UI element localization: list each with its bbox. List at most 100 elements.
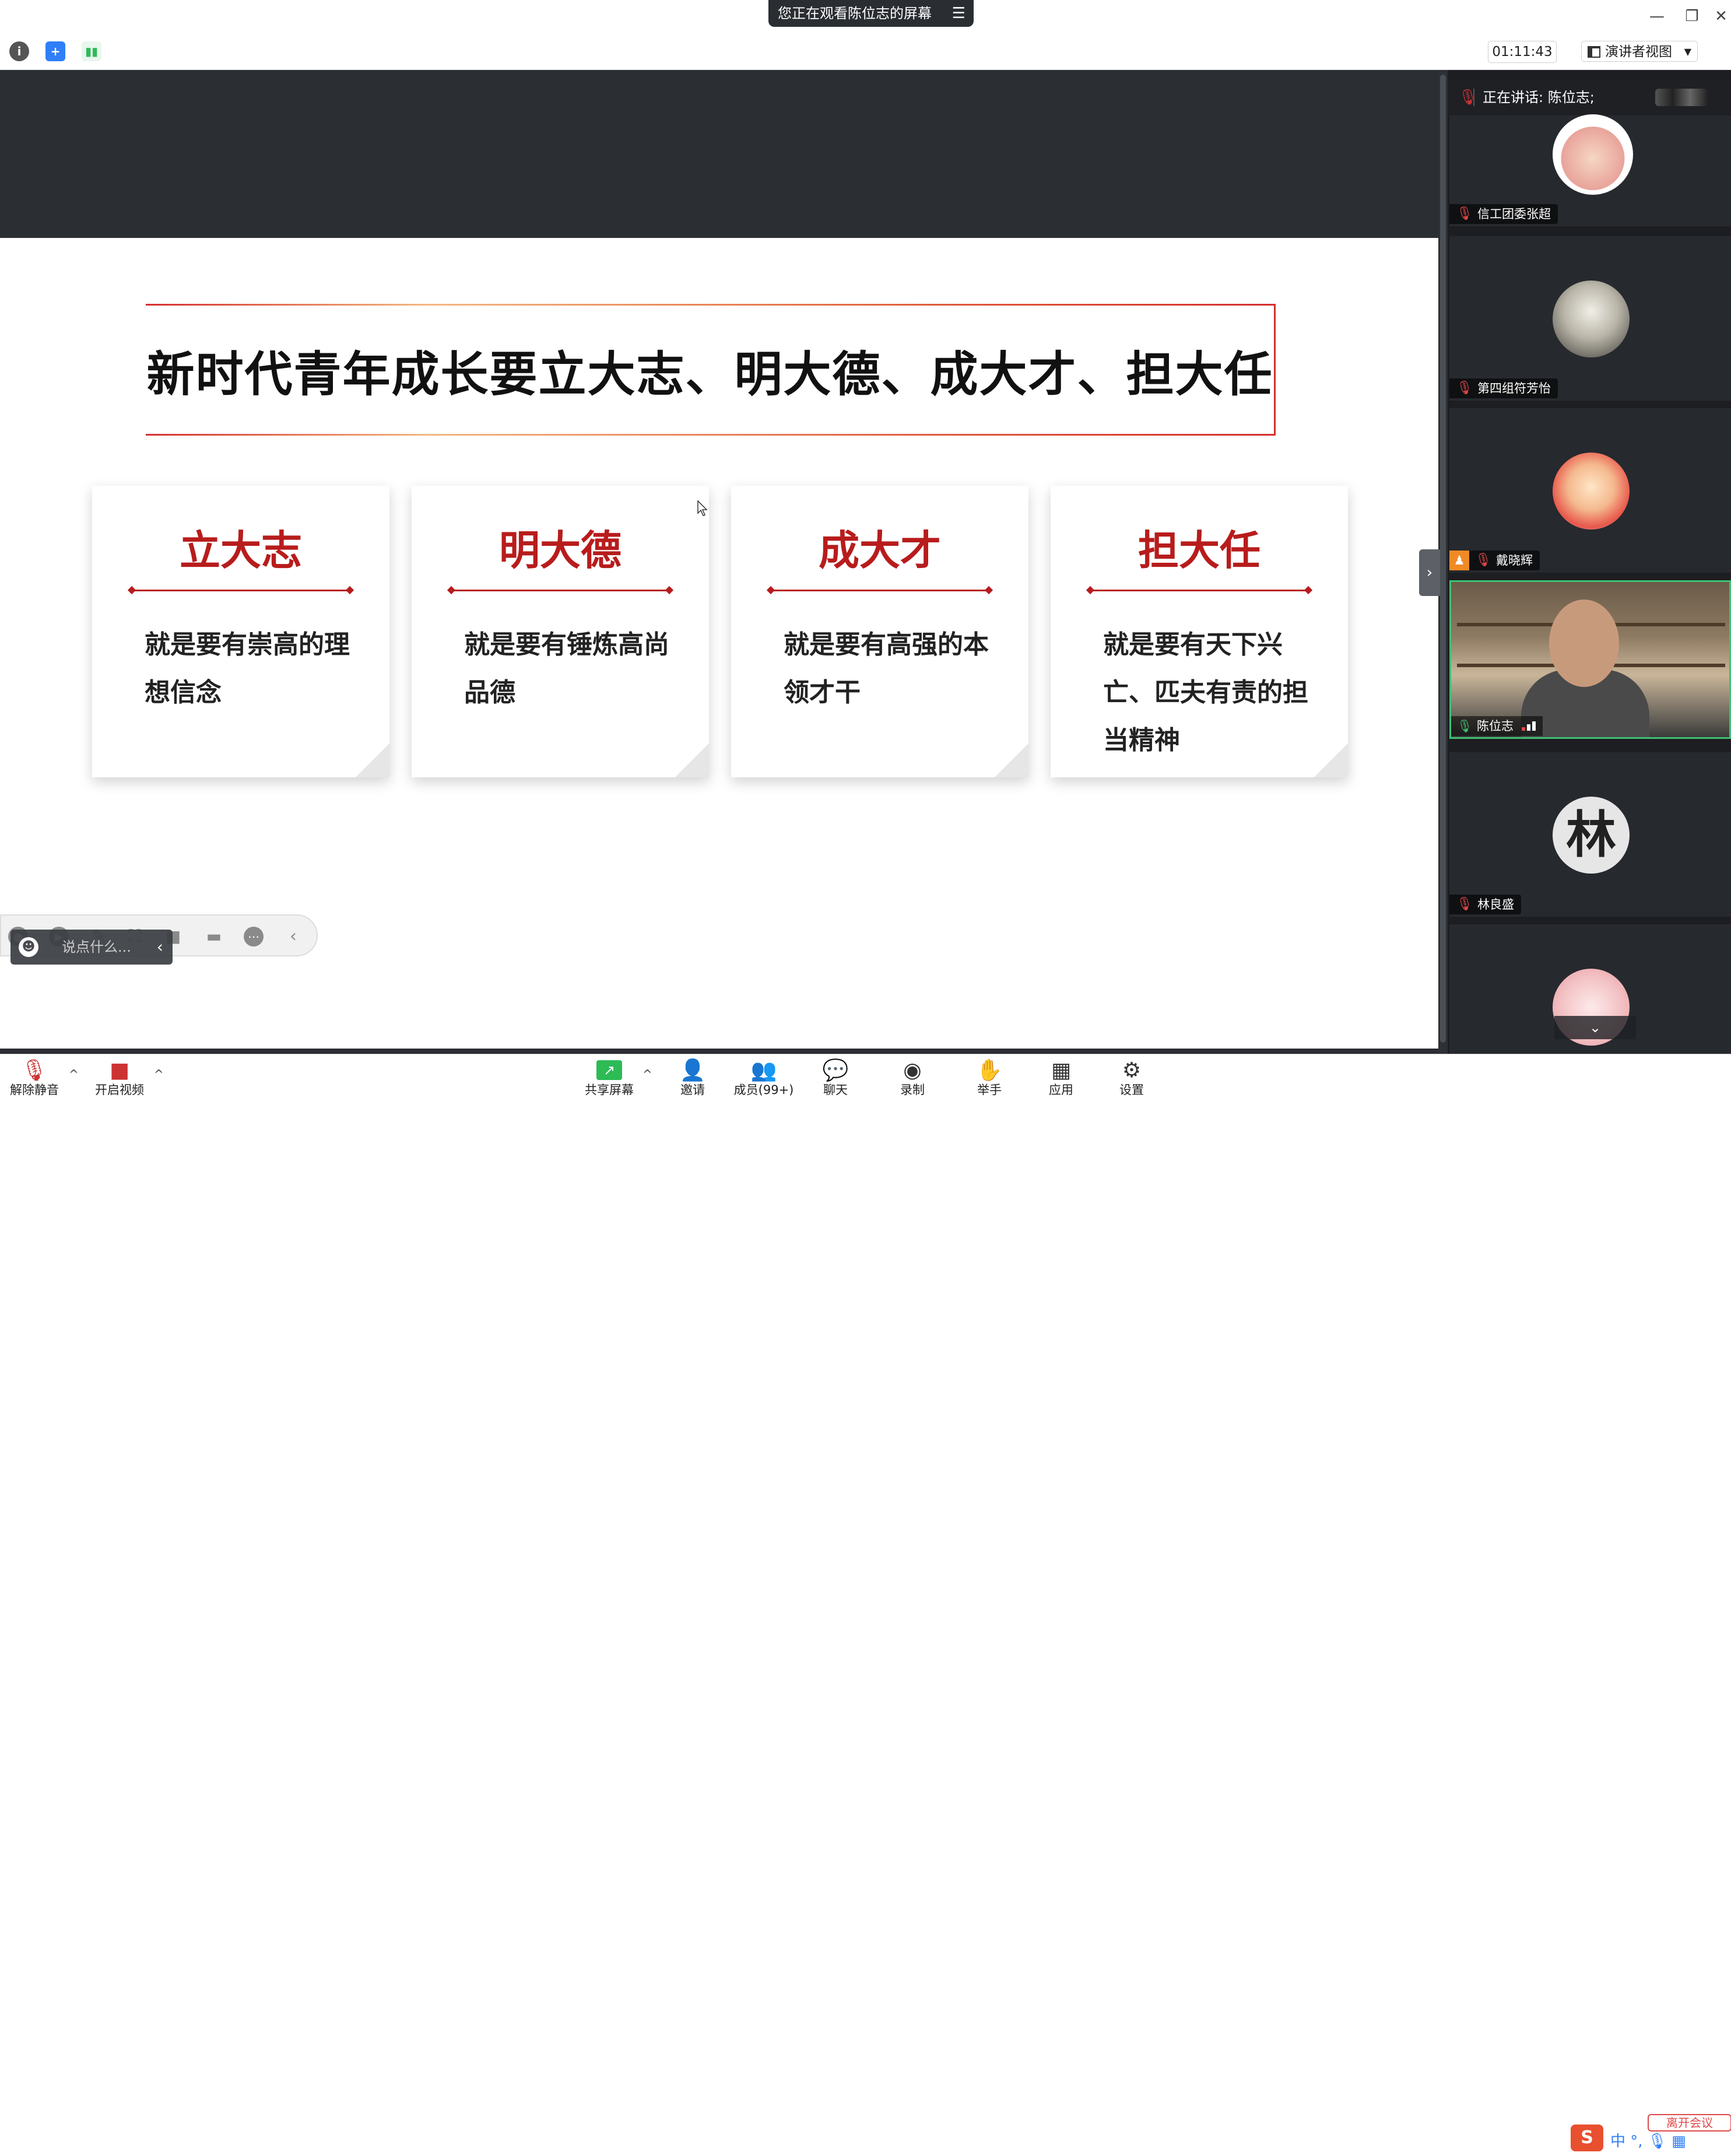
page-curl: [1314, 744, 1348, 777]
settings-icon: ⚙: [1122, 1058, 1142, 1082]
participant-tile[interactable]: 🎙 第四组符芳怡: [1449, 236, 1731, 401]
card-divider: [132, 590, 350, 591]
microphone-muted-icon: 🎙: [1456, 206, 1473, 221]
raise-hand-icon: ✋: [976, 1058, 1003, 1082]
share-screen-button[interactable]: ↗ 共享屏幕: [577, 1058, 641, 1102]
card-body: 就是要有高强的本领才干: [784, 630, 989, 707]
record-icon: ◉: [903, 1058, 922, 1082]
divider: [1473, 89, 1474, 106]
share-banner-text: 您正在观看陈位志的屏幕: [778, 5, 932, 22]
raise-hand-button[interactable]: ✋ 举手: [957, 1058, 1021, 1102]
meeting-controls-bar: 🎙 解除静音 ^ ■ 开启视频 ^ ↗ 共享屏幕 ^ 👤 邀请 👥 成员(99+…: [0, 1054, 1731, 2151]
slide-card-1: 立大志 就是要有崇高的理想信念: [92, 486, 389, 777]
slide-card-3: 成大才 就是要有高强的本领才干: [731, 486, 1028, 777]
page-curl: [995, 744, 1028, 777]
meeting-toolbar: i + ▮▮ 01:11:43 演讲者视图 ▼: [0, 34, 1731, 70]
collapse-chat-icon[interactable]: ‹: [157, 930, 163, 965]
speaker-view-icon: [1588, 46, 1600, 58]
participant-tile[interactable]: ♟ 🎙 戴晓辉: [1449, 408, 1731, 573]
page-curl: [675, 744, 709, 777]
card-heading: 成大才: [819, 526, 941, 574]
chevron-down-icon: ▼: [1684, 46, 1691, 57]
record-button[interactable]: ◉ 录制: [880, 1058, 944, 1102]
card-heading: 明大德: [499, 526, 622, 574]
unmute-button[interactable]: 🎙 解除静音: [2, 1058, 66, 1102]
chevron-up-icon[interactable]: ^: [154, 1067, 164, 1081]
restore-icon[interactable]: ❐: [1680, 3, 1704, 29]
view-mode-dropdown[interactable]: 演讲者视图 ▼: [1581, 41, 1698, 62]
blurred-logo: [1655, 89, 1708, 106]
chevron-up-icon[interactable]: ^: [642, 1067, 652, 1081]
avatar: [1553, 453, 1630, 530]
meeting-timer: 01:11:43: [1488, 41, 1557, 63]
info-icon[interactable]: i: [9, 41, 29, 61]
apps-icon: ▦: [1051, 1058, 1071, 1082]
card-divider: [1090, 590, 1308, 591]
emoji-icon[interactable]: ☻: [19, 937, 38, 957]
host-badge-icon: ♟: [1449, 551, 1469, 570]
card-heading: 担大任: [1138, 526, 1260, 574]
microphone-muted-icon: 🎙: [1458, 89, 1478, 106]
leave-meeting-area: S 中 °, 🎙 ▦ 离开会议: [1566, 2114, 1731, 2156]
microphone-muted-icon: 🎙: [1456, 897, 1473, 912]
speaker-video-head: [1549, 600, 1619, 687]
slide-card-4: 担大任 就是要有天下兴亡、匹夫有责的担当精神: [1051, 486, 1348, 777]
active-speaker-bar: 🎙 正在讲话: 陈位志;: [1448, 79, 1731, 115]
mouse-cursor-icon: [697, 500, 708, 516]
menu-icon[interactable]: ☰: [952, 0, 965, 27]
more-icon[interactable]: ⋯: [244, 927, 264, 946]
microphone-muted-icon: 🎙: [1456, 381, 1473, 395]
security-shield-icon[interactable]: +: [45, 41, 65, 61]
slide-title: 新时代青年成长要立大志、明大德、成大才、担大任: [146, 346, 1273, 402]
page-curl: [356, 744, 389, 777]
avatar: [1553, 114, 1633, 195]
quick-chat-input[interactable]: ☻ 说点什么... ‹: [10, 930, 173, 965]
scrollbar-thumb[interactable]: [1440, 75, 1446, 1043]
chat-bubble-icon[interactable]: ▬: [204, 927, 224, 946]
invite-user-icon: 👤: [679, 1058, 706, 1082]
scroll-down-icon[interactable]: ⌄: [1554, 1016, 1636, 1039]
input-method-logo-icon[interactable]: S: [1571, 2125, 1603, 2151]
video-off-icon: ■: [109, 1058, 129, 1082]
participant-name: 🎙 信工团委张超: [1449, 204, 1558, 224]
participant-name: 🎙 第四组符芳怡: [1449, 378, 1558, 398]
apps-button[interactable]: ▦ 应用: [1029, 1058, 1093, 1102]
chat-button[interactable]: 💬 聊天: [803, 1058, 868, 1102]
card-divider: [771, 590, 989, 591]
leave-meeting-button[interactable]: 离开会议: [1648, 2114, 1731, 2132]
screen-share-banner[interactable]: 您正在观看陈位志的屏幕 ☰: [768, 0, 974, 27]
active-speaker-text: 正在讲话: 陈位志;: [1483, 89, 1595, 106]
microphone-icon: 🎙: [1457, 719, 1473, 733]
card-body: 就是要有天下兴亡、匹夫有责的担当精神: [1103, 630, 1308, 755]
chat-icon: 💬: [822, 1058, 849, 1082]
card-body: 就是要有崇高的理想信念: [145, 630, 350, 707]
close-icon[interactable]: ✕: [1709, 3, 1731, 29]
title-bar: 您正在观看陈位志的屏幕 ☰ — ❐ ✕: [0, 0, 1731, 34]
card-body: 就是要有锤炼高尚品德: [464, 630, 669, 707]
participant-name: 🎙 陈位志: [1451, 716, 1543, 736]
participant-tile[interactable]: 林 🎙 林良盛: [1449, 752, 1731, 917]
slide-title-frame: 新时代青年成长要立大志、明大德、成大才、担大任: [146, 304, 1276, 436]
share-screen-icon: ↗: [596, 1058, 622, 1082]
start-video-button[interactable]: ■ 开启视频: [87, 1058, 152, 1102]
chat-placeholder: 说点什么...: [62, 939, 131, 955]
chevron-up-icon[interactable]: ^: [69, 1067, 79, 1081]
collapse-panel-button[interactable]: ›: [1419, 549, 1440, 596]
participants-icon: 👥: [750, 1058, 777, 1082]
minimize-icon[interactable]: —: [1645, 3, 1669, 29]
participant-name: ♟ 🎙 戴晓辉: [1449, 551, 1540, 570]
participant-video-tile-active[interactable]: 🎙 陈位志: [1449, 580, 1731, 739]
invite-button[interactable]: 👤 邀请: [661, 1058, 725, 1102]
card-divider: [451, 590, 669, 591]
microphone-muted-icon: 🎙: [21, 1058, 48, 1082]
signal-stats-icon[interactable]: ▮▮: [82, 41, 101, 61]
collapse-left-icon[interactable]: ‹: [283, 927, 303, 946]
audio-level-icon: [1522, 721, 1537, 731]
microphone-muted-icon: 🎙: [1475, 553, 1491, 567]
settings-button[interactable]: ⚙ 设置: [1100, 1058, 1164, 1102]
participants-button[interactable]: 👥 成员(99+): [732, 1058, 796, 1102]
avatar: [1553, 281, 1630, 357]
ime-status-icons[interactable]: 中 °, 🎙 ▦: [1610, 2129, 1686, 2151]
participant-tile[interactable]: 🎙 信工团委张超: [1449, 114, 1731, 226]
card-heading: 立大志: [180, 526, 302, 574]
